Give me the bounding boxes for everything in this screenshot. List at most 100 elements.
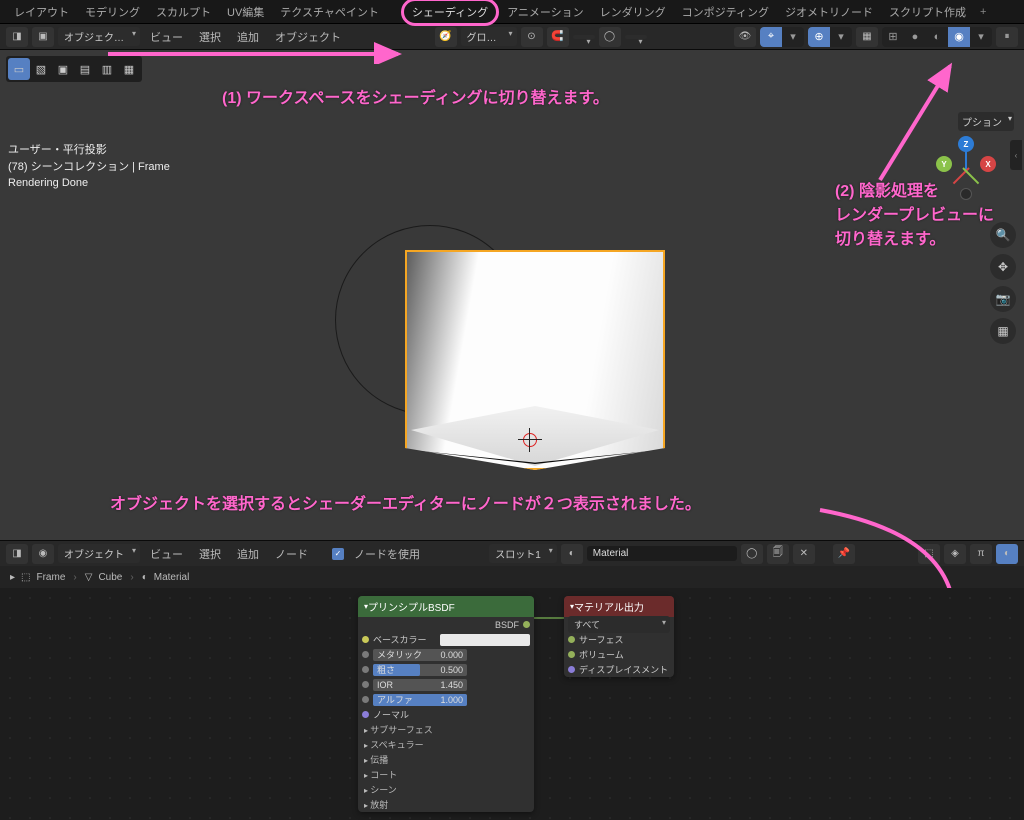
bc-cube[interactable]: Cube — [98, 572, 122, 583]
tab-uvedit[interactable]: UV編集 — [219, 1, 272, 23]
tab-shading[interactable]: シェーディング — [401, 0, 499, 26]
bc-material[interactable]: Material — [154, 572, 190, 583]
socket-surface[interactable] — [568, 636, 575, 643]
shader-type-icon[interactable]: ◉ — [32, 544, 54, 564]
socket-bsdf-out[interactable] — [523, 621, 530, 628]
material-pin-icon[interactable]: ◯ — [741, 544, 763, 564]
socket-ior[interactable] — [362, 681, 369, 688]
snap-icon[interactable]: 🧲 — [547, 27, 569, 47]
roughness-slider[interactable]: 粗さ0.500 — [373, 664, 467, 676]
shader-menu-add[interactable]: 追加 — [231, 546, 265, 562]
se-tool1-icon[interactable]: ⬚ — [918, 544, 940, 564]
shading-wireframe-icon[interactable]: ⊞ — [882, 27, 904, 47]
gizmo-toggle-icon[interactable]: ⌖ — [760, 27, 782, 47]
material-name-input[interactable] — [587, 546, 737, 561]
node2-header[interactable]: マテリアル出力 — [564, 596, 674, 617]
menu-object[interactable]: オブジェクト — [269, 29, 347, 45]
gizmo-dd-icon[interactable]: ▾ — [782, 27, 804, 47]
se-tool2-icon[interactable]: ◈ — [944, 544, 966, 564]
gizmo-z-icon[interactable]: Z — [958, 136, 974, 152]
metallic-slider[interactable]: メタリック0.000 — [373, 649, 467, 661]
socket-basecolor[interactable] — [362, 636, 369, 643]
shader-menu-select[interactable]: 選択 — [193, 546, 227, 562]
exp-trans[interactable]: 伝播 — [358, 752, 534, 767]
menu-add[interactable]: 追加 — [231, 29, 265, 45]
exp-spec[interactable]: スペキュラー — [358, 737, 534, 752]
node1-header[interactable]: プリンシプルBSDF — [358, 596, 534, 617]
orientation-icon[interactable]: 🧭 — [435, 27, 457, 47]
socket-metallic[interactable] — [362, 651, 369, 658]
pin-icon[interactable]: 📌 — [833, 544, 855, 564]
shader-menu-view[interactable]: ビュー — [144, 546, 189, 562]
interaction-mode-icon[interactable]: ▣ — [32, 27, 54, 47]
material-copy-icon[interactable]: 🗐 — [767, 544, 789, 564]
ior-slider[interactable]: IOR1.450 — [373, 679, 467, 691]
overlay-toggle-icon[interactable]: ⊕ — [808, 27, 830, 47]
n-panel-toggle[interactable]: ‹ — [1010, 140, 1022, 170]
bc-toggle-icon[interactable]: ▸ — [10, 572, 15, 583]
tab-anim[interactable]: アニメーション — [499, 1, 592, 23]
move-view-icon[interactable]: ✥ — [990, 254, 1016, 280]
shader-mode-dropdown[interactable]: オブジェクト — [58, 544, 140, 563]
proportional-dropdown[interactable] — [625, 35, 647, 39]
shading-dd-icon[interactable]: ▾ — [970, 27, 992, 47]
material-del-icon[interactable]: ✕ — [793, 544, 815, 564]
mode-dropdown[interactable]: オブジェク… — [58, 27, 140, 46]
use-nodes-checkbox[interactable]: ✓ — [332, 548, 344, 560]
socket-rough[interactable] — [362, 666, 369, 673]
alpha-slider[interactable]: アルファ1.000 — [373, 694, 467, 706]
overlay-dd-icon[interactable]: ▾ — [830, 27, 852, 47]
tab-sculpt[interactable]: スカルプト — [148, 1, 219, 23]
basecolor-swatch[interactable] — [440, 634, 530, 646]
shader-editor-type-icon[interactable]: ◨ — [6, 544, 28, 564]
exp-emit[interactable]: 放射 — [358, 797, 534, 812]
socket-normal[interactable] — [362, 711, 369, 718]
xray-icon[interactable]: ▦ — [856, 27, 878, 47]
node-principled-bsdf[interactable]: プリンシプルBSDF BSDF ベースカラー メタリック0.000 粗さ0.50… — [358, 596, 534, 812]
tab-texpaint[interactable]: テクスチャペイント — [272, 1, 401, 23]
socket-alpha[interactable] — [362, 696, 369, 703]
proportional-icon[interactable]: ◯ — [599, 27, 621, 47]
menu-view[interactable]: ビュー — [144, 29, 189, 45]
tab-modeling[interactable]: モデリング — [77, 1, 148, 23]
add-workspace-icon[interactable]: + — [974, 6, 992, 18]
menu-select[interactable]: 選択 — [193, 29, 227, 45]
se-tool3-icon[interactable]: π — [970, 544, 992, 564]
socket-volume[interactable] — [568, 651, 575, 658]
editor-type-icon[interactable]: ◨ — [6, 27, 28, 47]
tab-script[interactable]: スクリプト作成 — [881, 1, 974, 23]
output-target-dropdown[interactable]: すべて — [568, 616, 670, 633]
shading-rendered-icon[interactable]: ◉ — [948, 27, 970, 47]
material-icon[interactable]: ◐ — [561, 544, 583, 564]
select-box-icon[interactable]: ▧ — [30, 58, 52, 80]
shader-node-area[interactable]: プリンシプルBSDF BSDF ベースカラー メタリック0.000 粗さ0.50… — [0, 588, 1024, 820]
tab-render[interactable]: レンダリング — [592, 1, 674, 23]
exp-sss[interactable]: サブサーフェス — [358, 722, 534, 737]
select-sub-icon[interactable]: ▤ — [74, 58, 96, 80]
exp-coat[interactable]: コート — [358, 767, 534, 782]
shading-solid-icon[interactable]: ● — [904, 27, 926, 47]
viewport-options-dropdown[interactable]: プション — [958, 112, 1014, 131]
orientation-dropdown[interactable]: グロ… — [461, 27, 517, 46]
shading-matprev-icon[interactable]: ◐ — [926, 27, 948, 47]
tab-layout[interactable]: レイアウト — [6, 1, 77, 23]
tab-geo[interactable]: ジオメトリノード — [777, 1, 881, 23]
select-tweak-icon[interactable]: ▭ — [8, 58, 30, 80]
perspective-icon[interactable]: ▦ — [990, 318, 1016, 344]
gizmo-y-icon[interactable]: Y — [936, 156, 952, 172]
3d-viewport[interactable]: ▭ ▧ ▣ ▤ ▥ ▦ プション ユーザー・平行投影 (78) シーンコレクショ… — [0, 50, 1024, 540]
se-tool4-icon[interactable]: ◐ — [996, 544, 1018, 564]
select-extend-icon[interactable]: ▣ — [52, 58, 74, 80]
select-int-icon[interactable]: ▥ — [96, 58, 118, 80]
gizmo-x-icon[interactable]: X — [980, 156, 996, 172]
pause-render-icon[interactable]: ⏸ — [996, 27, 1018, 47]
tab-comp[interactable]: コンポジティング — [674, 1, 777, 23]
camera-view-icon[interactable]: 📷 — [990, 286, 1016, 312]
socket-displacement[interactable] — [568, 666, 575, 673]
slot-dropdown[interactable]: スロット1 — [489, 544, 557, 563]
visibility-icon[interactable]: 👁 — [734, 27, 756, 47]
node-material-output[interactable]: マテリアル出力 すべて サーフェス ボリューム ディスプレイスメント — [564, 596, 674, 677]
pivot-icon[interactable]: ⊙ — [521, 27, 543, 47]
shader-menu-node[interactable]: ノード — [269, 546, 314, 562]
bc-frame[interactable]: Frame — [36, 572, 65, 583]
